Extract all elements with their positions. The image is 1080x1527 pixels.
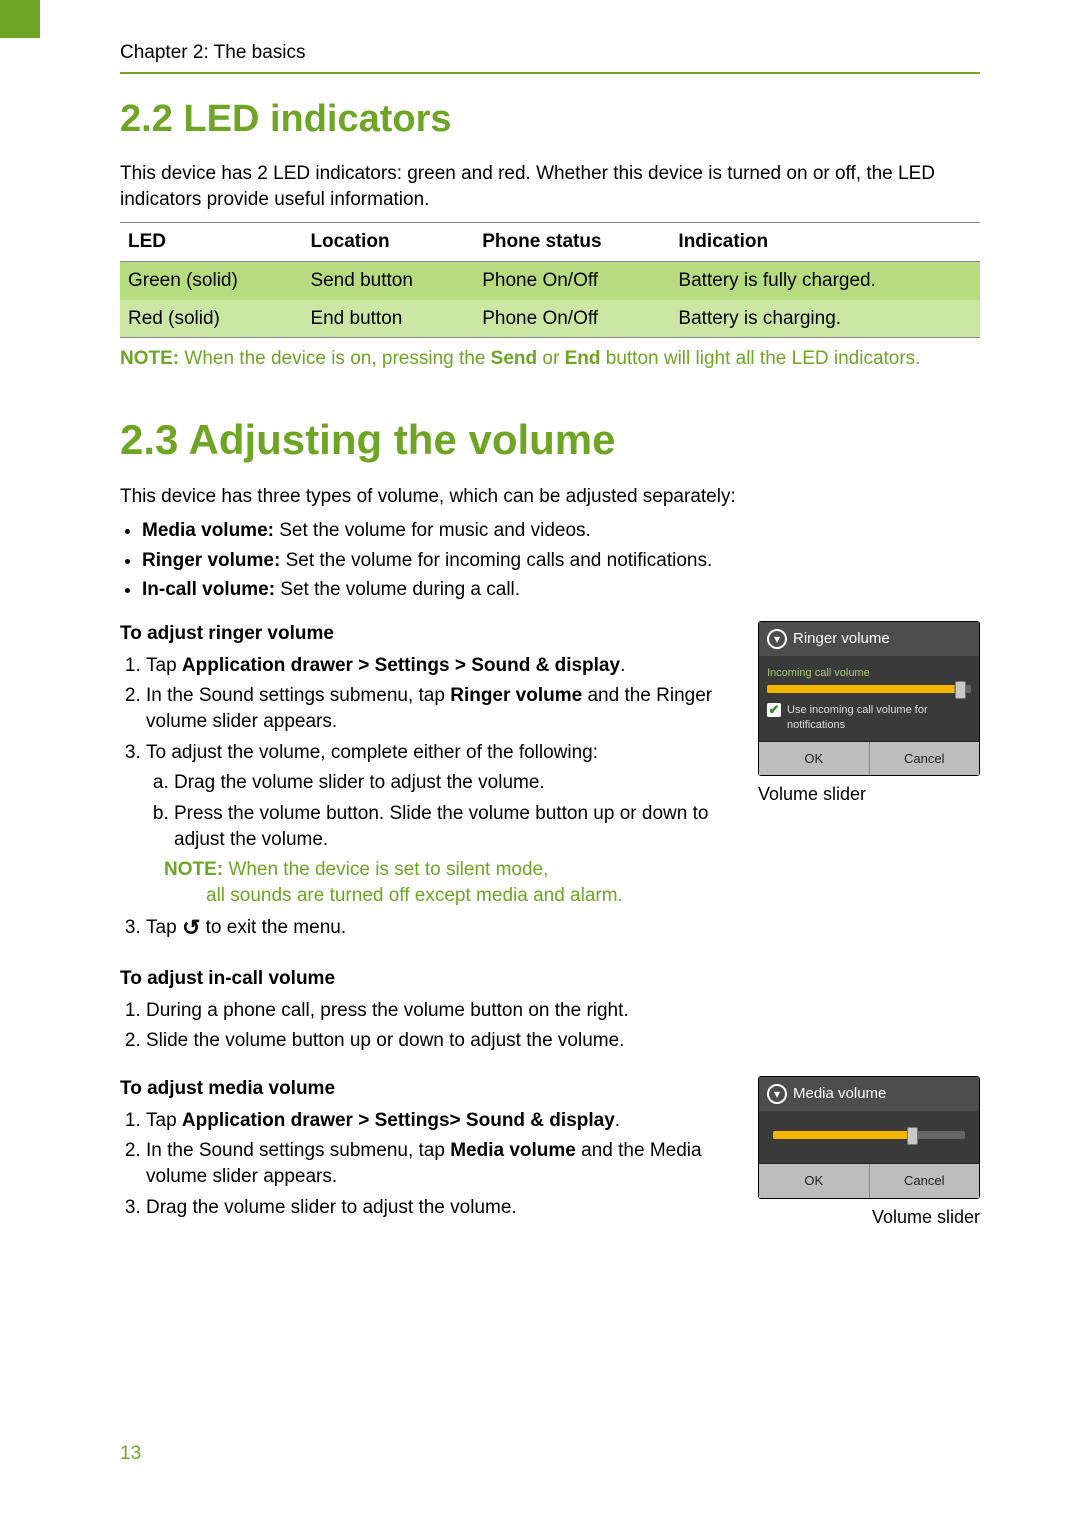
dialog-title: Media volume (759, 1077, 979, 1111)
led-note: NOTE: When the device is on, pressing th… (120, 346, 980, 372)
cancel-button[interactable]: Cancel (870, 1164, 980, 1198)
use-incoming-checkbox-row[interactable]: ✔ Use incoming call volume for notificat… (767, 703, 971, 733)
table-row: Red (solid) End button Phone On/Off Batt… (120, 300, 980, 338)
dialog-title: Ringer volume (759, 622, 979, 656)
th-phone-status: Phone status (474, 223, 670, 262)
incall-steps: During a phone call, press the volume bu… (146, 998, 980, 1054)
cancel-button[interactable]: Cancel (870, 742, 980, 776)
media-figure-caption: Volume slider (758, 1205, 980, 1229)
ringer-note: NOTE: When the device is set to silent m… (164, 857, 980, 883)
ringer-step-exit: Tap ↻ to exit the menu. (146, 913, 980, 943)
incoming-call-label: Incoming call volume (767, 666, 971, 681)
table-row: Green (solid) Send button Phone On/Off B… (120, 261, 980, 299)
media-volume-slider[interactable] (773, 1131, 965, 1139)
ok-button[interactable]: OK (759, 1164, 870, 1198)
ringer-dialog-figure: Ringer volume Incoming call volume ✔ Use… (758, 621, 980, 807)
header-divider (120, 72, 980, 74)
ok-button[interactable]: OK (759, 742, 870, 776)
section-2-2-title: 2.2 LED indicators (120, 94, 980, 145)
incall-heading: To adjust in-call volume (120, 966, 980, 992)
side-tab (0, 0, 40, 38)
back-icon: ↻ (182, 913, 200, 943)
slider-thumb[interactable] (955, 681, 966, 699)
checkbox-icon[interactable]: ✔ (767, 703, 781, 717)
led-table: LED Location Phone status Indication Gre… (120, 222, 980, 338)
ringer-icon (767, 629, 787, 649)
slider-thumb[interactable] (907, 1127, 918, 1145)
media-volume-dialog: Media volume OK Cancel (758, 1076, 980, 1199)
ringer-volume-slider[interactable] (767, 685, 971, 693)
section-2-2-intro: This device has 2 LED indicators: green … (120, 161, 980, 212)
section-2-3-title: 2.3 Adjusting the volume (120, 412, 980, 469)
ringer-volume-dialog: Ringer volume Incoming call volume ✔ Use… (758, 621, 980, 776)
ringer-note-line2: all sounds are turned off except media a… (206, 883, 980, 909)
th-led: LED (120, 223, 302, 262)
th-location: Location (302, 223, 474, 262)
page-number: 13 (120, 1441, 141, 1467)
th-indication: Indication (670, 223, 980, 262)
chapter-header: Chapter 2: The basics (120, 40, 980, 66)
section-2-3-intro: This device has three types of volume, w… (120, 484, 980, 510)
volume-types-list: Media volume: Set the volume for music a… (142, 518, 980, 603)
ringer-figure-caption: Volume slider (758, 782, 980, 806)
ringer-icon (767, 1084, 787, 1104)
media-dialog-figure: Media volume OK Cancel Volume slider (758, 1076, 980, 1229)
